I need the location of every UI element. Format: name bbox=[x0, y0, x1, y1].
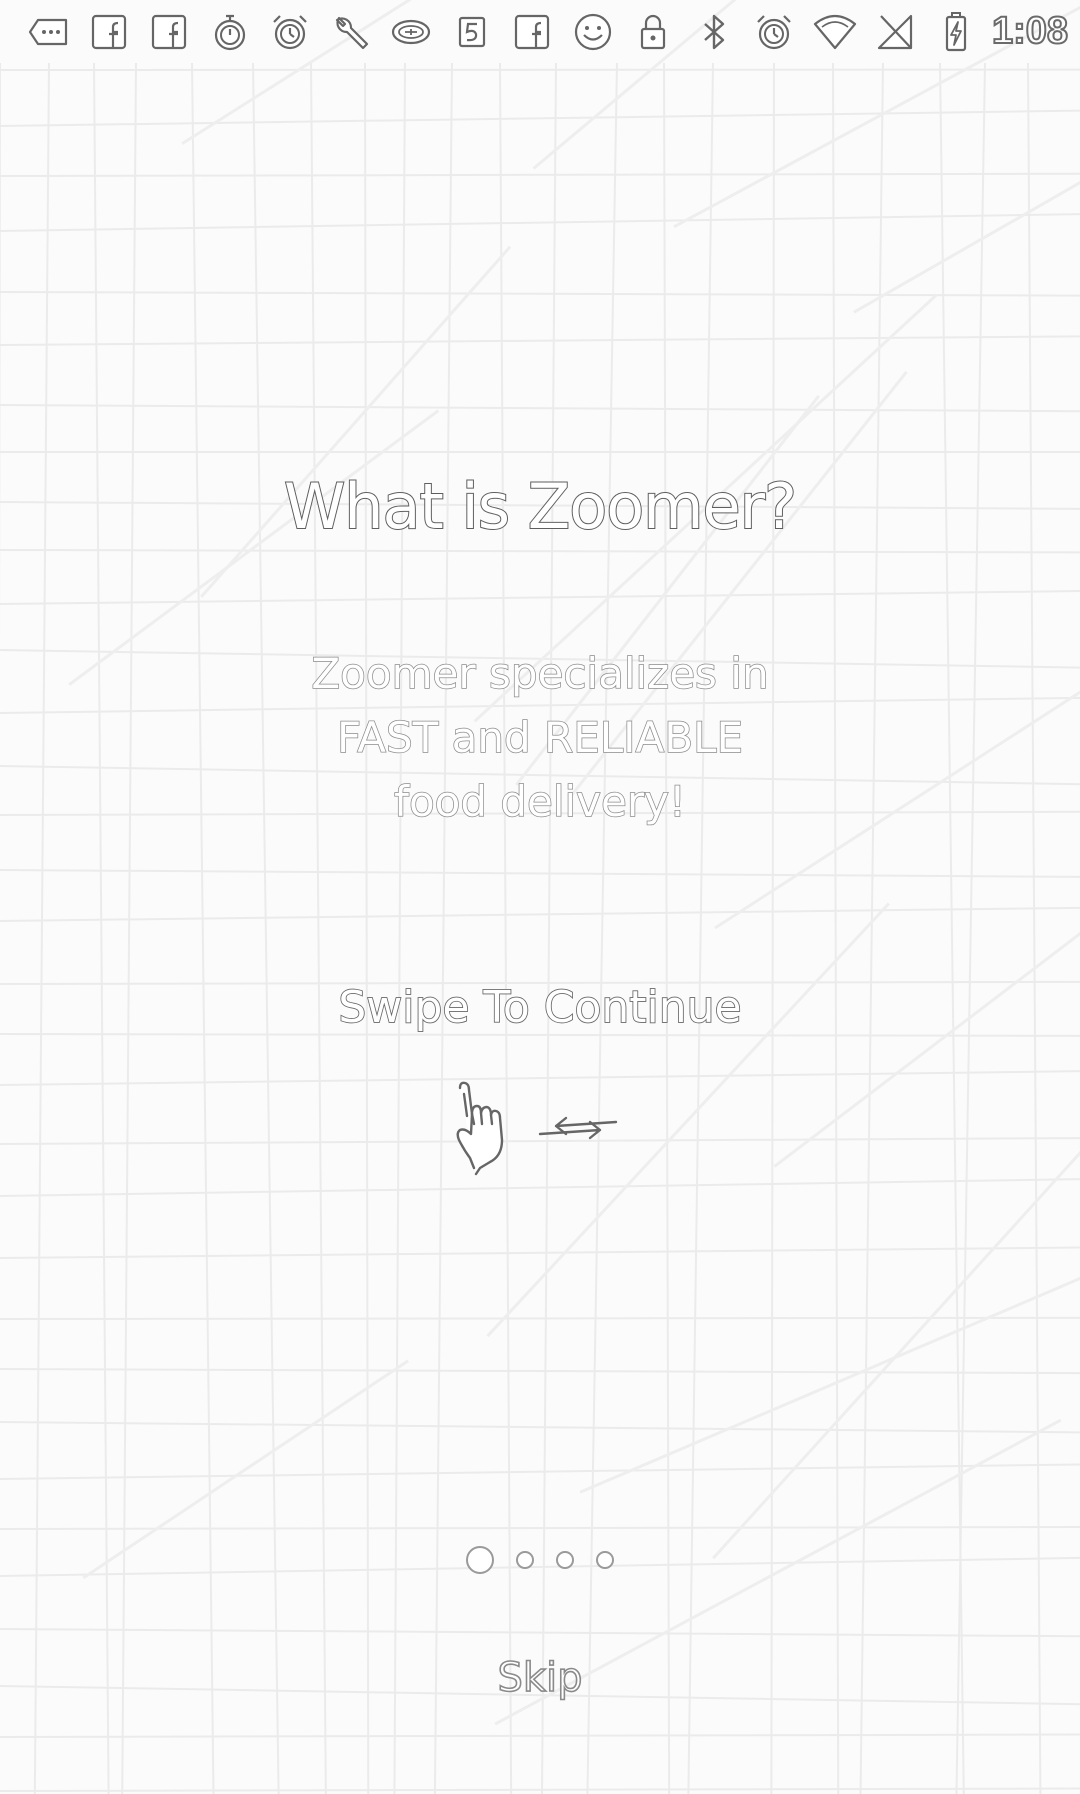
bluetooth-icon bbox=[684, 0, 745, 63]
description-line: FAST and RELIABLE bbox=[336, 712, 744, 763]
smiley-icon bbox=[563, 0, 624, 63]
page-dot bbox=[596, 1551, 614, 1569]
alarm-icon bbox=[744, 0, 805, 63]
wifi-icon bbox=[805, 0, 866, 63]
battery-charging-icon bbox=[926, 0, 987, 63]
wrench-icon bbox=[321, 0, 382, 63]
alarm-icon bbox=[260, 0, 321, 63]
status-bar: 1:08 bbox=[0, 0, 1080, 63]
facebook-icon bbox=[502, 0, 563, 63]
description-line: food delivery! bbox=[393, 776, 686, 827]
facebook-icon bbox=[79, 0, 140, 63]
page-dot-active bbox=[466, 1546, 494, 1574]
onboarding-description: Zoomer specializes in FAST and RELIABLE … bbox=[0, 642, 1080, 834]
page-dot bbox=[516, 1551, 534, 1569]
lock-icon bbox=[623, 0, 684, 63]
swipe-gesture bbox=[456, 1081, 618, 1176]
page-dot bbox=[556, 1551, 574, 1569]
five-icon bbox=[442, 0, 503, 63]
onboarding-screen[interactable]: 1:08 What is Zoomer? Zoomer specializes … bbox=[0, 0, 1080, 1794]
status-time: 1:08 bbox=[991, 9, 1069, 53]
onboarding-title: What is Zoomer? bbox=[283, 469, 798, 544]
map-background bbox=[0, 0, 1080, 1794]
hand-pointer-icon bbox=[456, 1081, 504, 1176]
skip-button[interactable]: Skip bbox=[440, 1654, 640, 1715]
page-indicator bbox=[0, 1540, 1080, 1580]
swipe-hint-label: Swipe To Continue bbox=[337, 981, 742, 1034]
description-line: Zoomer specializes in bbox=[311, 648, 770, 699]
facebook-icon bbox=[139, 0, 200, 63]
game-controller-icon bbox=[381, 0, 442, 63]
no-sim-icon bbox=[865, 0, 926, 63]
more-apps-icon bbox=[18, 0, 79, 63]
stopwatch-icon bbox=[200, 0, 261, 63]
swap-arrows-icon bbox=[538, 1116, 618, 1140]
